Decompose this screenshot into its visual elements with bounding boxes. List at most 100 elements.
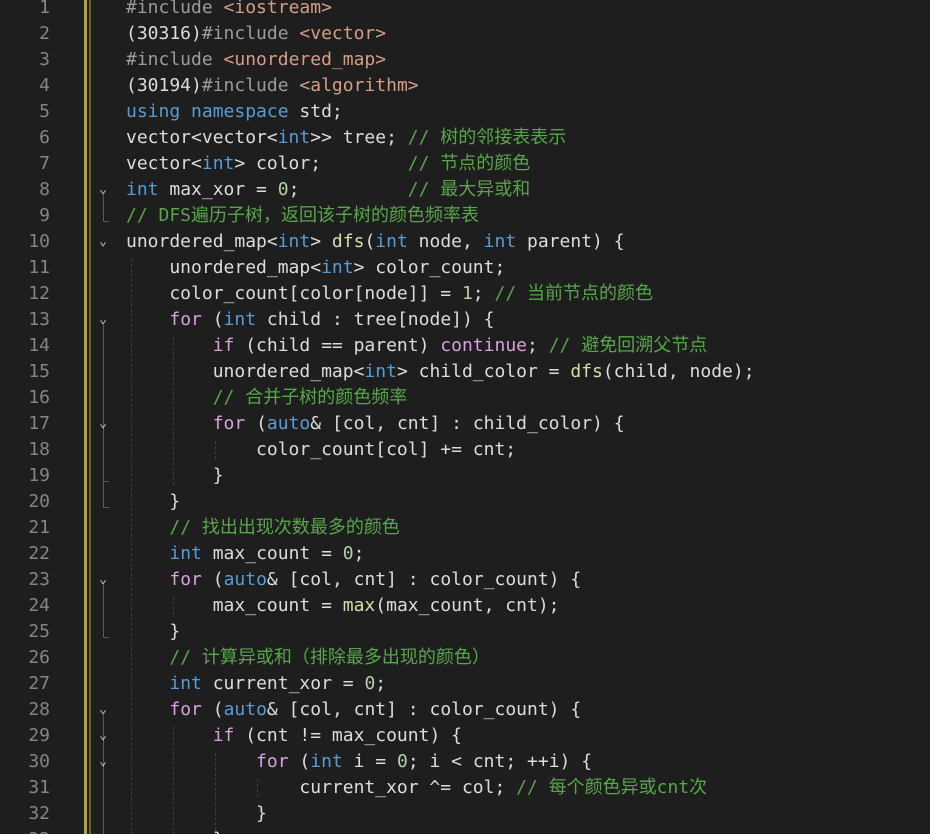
code-text[interactable]: current_xor ^= col; // 每个颜色异或cnt次 — [126, 775, 707, 801]
code-text[interactable]: max_count = max(max_count, cnt); — [126, 593, 560, 619]
code-text[interactable]: int current_xor = 0; — [126, 671, 386, 697]
code-text[interactable]: if (child == parent) continue; // 避免回溯父节… — [126, 333, 708, 359]
code-text[interactable]: int max_count = 0; — [126, 541, 364, 567]
code-line[interactable]: 32 } — [0, 801, 930, 827]
code-text[interactable]: color_count[col] += cnt; — [126, 437, 516, 463]
code-text[interactable]: (30316)#include <vector> — [126, 21, 386, 47]
code-line[interactable]: 2 (30316)#include <vector> — [0, 21, 930, 47]
fold-chevron-icon[interactable]: ⌄ — [95, 749, 111, 775]
code-text[interactable]: for (auto& [col, cnt] : color_count) { — [126, 567, 581, 593]
code-line[interactable]: 20 } — [0, 489, 930, 515]
code-text[interactable]: } — [126, 801, 267, 827]
code-token: int — [321, 257, 354, 278]
code-line[interactable]: 33 } — [0, 827, 930, 834]
fold-chevron-icon[interactable]: ⌄ — [95, 229, 111, 255]
code-line[interactable]: 18 color_count[col] += cnt; — [0, 437, 930, 463]
code-token: child : tree[node]) { — [266, 309, 495, 330]
code-text[interactable]: color_count[color[node]] = 1; // 当前节点的颜色 — [126, 281, 653, 307]
code-text[interactable]: } — [126, 619, 180, 645]
code-line[interactable]: 25 } — [0, 619, 930, 645]
code-text[interactable]: unordered_map<int> child_color = dfs(chi… — [126, 359, 755, 385]
code-editor[interactable]: 1 #include <iostream> 2 (30316)#include <ve… — [0, 0, 930, 834]
code-line[interactable]: 17 ⌄ for (auto& [col, cnt] : child_color)… — [0, 411, 930, 437]
line-number: 30 — [28, 751, 50, 772]
code-line[interactable]: 30 ⌄ for (int i = 0; i < cnt; ++i) { — [0, 749, 930, 775]
code-text[interactable]: // 合并子树的颜色频率 — [126, 385, 408, 411]
line-number: 4 — [39, 75, 50, 96]
code-text[interactable]: (30194)#include <algorithm> — [126, 73, 419, 99]
code-text[interactable]: vector<vector<int>> tree; // 树的邻接表表示 — [126, 125, 566, 151]
code-token: > color; — [234, 153, 408, 174]
code-line[interactable]: 3 #include <unordered_map> — [0, 47, 930, 73]
code-line[interactable]: 5 using namespace std; — [0, 99, 930, 125]
code-text[interactable]: #include <unordered_map> — [126, 47, 386, 73]
code-text[interactable]: // 计算异或和（排除最多出现的颜色） — [126, 645, 490, 671]
code-token: ; — [375, 673, 387, 694]
code-line[interactable]: 12 color_count[color[node]] = 1; // 当前节点… — [0, 281, 930, 307]
code-line[interactable]: 9 // DFS遍历子树，返回该子树的颜色频率表 — [0, 203, 930, 229]
code-line[interactable]: 8 ⌄ int max_xor = 0; // 最大异或和 — [0, 177, 930, 203]
code-text[interactable]: for (auto& [col, cnt] : child_color) { — [126, 411, 625, 437]
code-line[interactable]: 7 vector<int> color; // 节点的颜色 — [0, 151, 930, 177]
code-text[interactable]: } — [126, 463, 224, 489]
code-line[interactable]: 21 // 找出出现次数最多的颜色 — [0, 515, 930, 541]
code-text[interactable]: for (int child : tree[node]) { — [126, 307, 495, 333]
code-line[interactable]: 26 // 计算异或和（排除最多出现的颜色） — [0, 645, 930, 671]
code-text[interactable]: using namespace std; — [126, 99, 343, 125]
code-token: > color_count; — [353, 257, 506, 278]
fold-chevron-icon[interactable]: ⌄ — [95, 307, 111, 333]
code-line[interactable]: 23 ⌄ for (auto& [col, cnt] : color_count)… — [0, 567, 930, 593]
code-text[interactable]: } — [126, 489, 180, 515]
code-line[interactable]: 10 ⌄ unordered_map<int> dfs(int node, int … — [0, 229, 930, 255]
line-number: 24 — [28, 595, 50, 616]
code-line[interactable]: 31 current_xor ^= col; // 每个颜色异或cnt次 — [0, 775, 930, 801]
code-line[interactable]: 19 } — [0, 463, 930, 489]
code-text[interactable]: unordered_map<int> dfs(int node, int par… — [126, 229, 625, 255]
code-token: 0 — [364, 673, 376, 694]
line-number: 15 — [28, 361, 50, 382]
code-text[interactable]: // DFS遍历子树，返回该子树的颜色频率表 — [126, 203, 479, 229]
code-token: current_xor ^= col; — [126, 777, 517, 798]
code-text[interactable]: #include <iostream> — [126, 0, 332, 21]
code-token: <vector> — [299, 23, 387, 44]
code-line[interactable]: 13 ⌄ for (int child : tree[node]) { — [0, 307, 930, 333]
code-token: // 避免回溯父节点 — [548, 335, 708, 356]
fold-chevron-icon[interactable]: ⌄ — [95, 697, 111, 723]
fold-chevron-icon[interactable]: ⌄ — [95, 723, 111, 749]
code-token: & [col, cnt] : color_count) { — [266, 699, 582, 720]
code-text[interactable]: } — [126, 827, 224, 834]
code-line[interactable]: 28 ⌄ for (auto& [col, cnt] : color_count)… — [0, 697, 930, 723]
line-number: 22 — [28, 543, 50, 564]
code-line[interactable]: 24 max_count = max(max_count, cnt); — [0, 593, 930, 619]
code-line[interactable]: 29 ⌄ if (cnt != max_count) { — [0, 723, 930, 749]
code-text[interactable]: // 找出出现次数最多的颜色 — [126, 515, 400, 541]
line-number: 32 — [28, 803, 50, 824]
code-text[interactable]: for (int i = 0; i < cnt; ++i) { — [126, 749, 592, 775]
code-token: ; — [527, 335, 549, 356]
code-text[interactable]: vector<int> color; // 节点的颜色 — [126, 151, 530, 177]
code-line[interactable]: 1 #include <iostream> — [0, 0, 930, 21]
code-line[interactable]: 27 int current_xor = 0; — [0, 671, 930, 697]
code-text[interactable]: int max_xor = 0; // 最大异或和 — [126, 177, 530, 203]
code-token: >> tree; — [310, 127, 408, 148]
fold-chevron-icon[interactable]: ⌄ — [95, 411, 111, 437]
code-line[interactable]: 11 unordered_map<int> color_count; — [0, 255, 930, 281]
code-token: i = — [353, 751, 397, 772]
code-line[interactable]: 16 // 合并子树的颜色频率 — [0, 385, 930, 411]
code-text[interactable]: if (cnt != max_count) { — [126, 723, 462, 749]
code-token: // DFS遍历子树，返回该子树的颜色频率表 — [126, 205, 480, 226]
code-line[interactable]: 22 int max_count = 0; — [0, 541, 930, 567]
code-token: #include — [201, 23, 300, 44]
code-line[interactable]: 4 (30194)#include <algorithm> — [0, 73, 930, 99]
code-line[interactable]: 14 if (child == parent) continue; // 避免回… — [0, 333, 930, 359]
code-token: // 每个颜色异或cnt次 — [516, 777, 708, 798]
code-text[interactable]: for (auto& [col, cnt] : color_count) { — [126, 697, 581, 723]
code-token: int — [277, 231, 311, 252]
code-line[interactable]: 6 vector<vector<int>> tree; // 树的邻接表表示 — [0, 125, 930, 151]
line-number: 18 — [28, 439, 50, 460]
fold-chevron-icon[interactable]: ⌄ — [95, 177, 111, 203]
fold-chevron-icon[interactable]: ⌄ — [95, 567, 111, 593]
code-text[interactable]: unordered_map<int> color_count; — [126, 255, 505, 281]
code-line[interactable]: 15 unordered_map<int> child_color = dfs(… — [0, 359, 930, 385]
